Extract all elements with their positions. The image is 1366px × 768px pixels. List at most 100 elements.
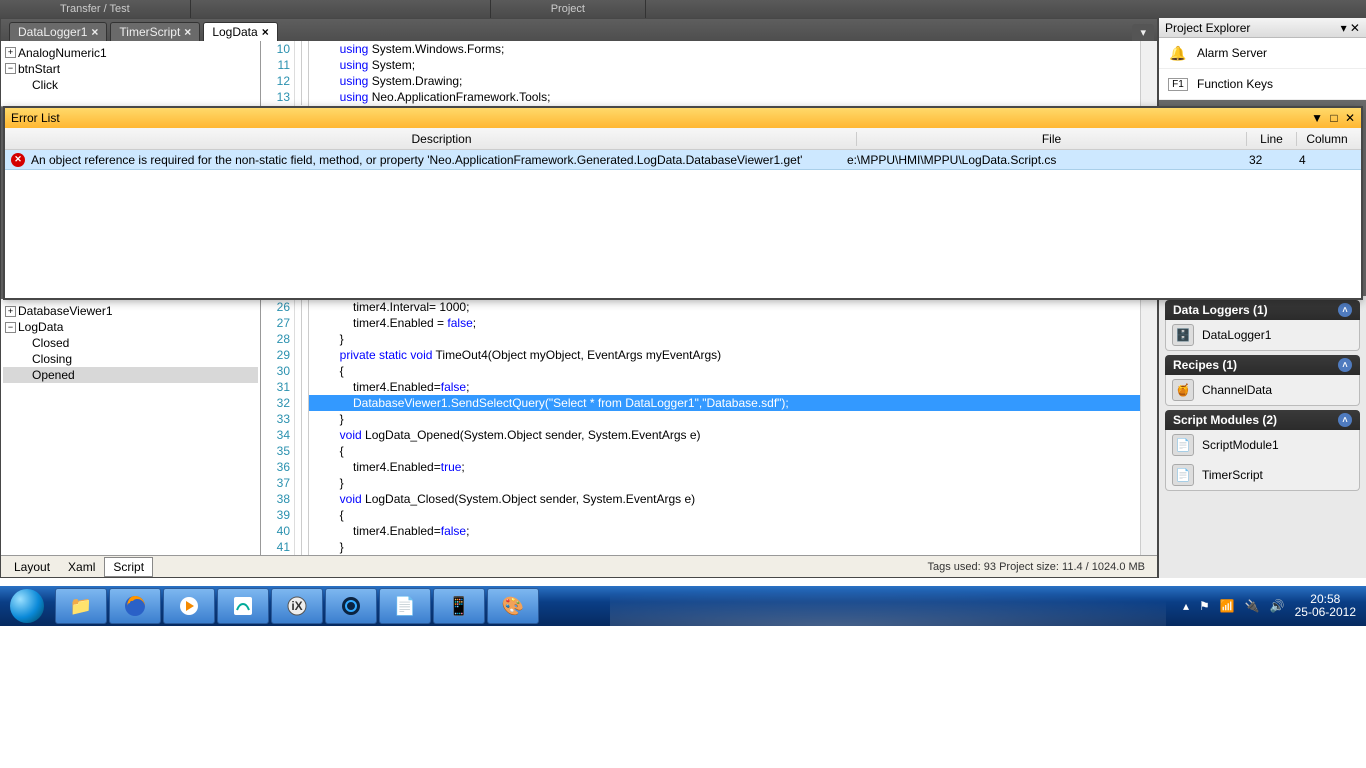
collapse-icon[interactable]: ˄ <box>1338 303 1352 317</box>
fold-column-bottom[interactable] <box>295 299 309 555</box>
taskbar-mediaplayer[interactable] <box>163 588 215 624</box>
tab-close-icon[interactable]: × <box>91 25 98 39</box>
collapse-icon[interactable]: ˄ <box>1338 413 1352 427</box>
tree-node-btnstart[interactable]: −btnStart <box>3 61 258 77</box>
group-item-scriptmodule1[interactable]: 📄ScriptModule1 <box>1166 430 1359 460</box>
col-description[interactable]: Description <box>27 132 857 146</box>
code-line-30[interactable]: { <box>309 363 1140 379</box>
code-body-top[interactable]: using System.Windows.Forms; using System… <box>309 41 1140 106</box>
taskbar-phone[interactable]: 📱 <box>433 588 485 624</box>
tray-power-icon[interactable]: 🔌 <box>1245 599 1260 613</box>
tray-flag-icon[interactable]: ⚑ <box>1199 599 1210 613</box>
taskbar-app1[interactable] <box>217 588 269 624</box>
system-tray[interactable]: ▴ ⚑ 📶 🔌 🔊 20:5825-06-2012 <box>1173 593 1366 619</box>
col-line[interactable]: Line <box>1247 132 1297 146</box>
outline-tree-bottom[interactable]: +DatabaseViewer1−LogDataClosedClosingOpe… <box>1 299 261 555</box>
code-line-31[interactable]: timer4.Enabled=false; <box>309 379 1140 395</box>
view-tab-script[interactable]: Script <box>104 557 153 577</box>
code-line-27[interactable]: timer4.Enabled = false; <box>309 315 1140 331</box>
status-text: Tags used: 93 Project size: 11.4 / 1024.… <box>928 561 1153 573</box>
code-line-38[interactable]: void LogData_Closed(System.Object sender… <box>309 491 1140 507</box>
tab-timerscript[interactable]: TimerScript × <box>110 22 200 41</box>
expand-icon[interactable]: + <box>5 306 16 317</box>
tabstrip-overflow[interactable]: ▾ <box>1132 24 1154 41</box>
group-header[interactable]: Recipes (1)˄ <box>1165 355 1360 375</box>
tab-datalogger1[interactable]: DataLogger1 × <box>9 22 107 41</box>
code-line-37[interactable]: } <box>309 475 1140 491</box>
tab-close-icon[interactable]: × <box>262 25 269 39</box>
code-line-13[interactable]: using Neo.ApplicationFramework.Tools; <box>309 89 1140 105</box>
ribbon-seg-project[interactable]: Project <box>491 0 646 18</box>
taskbar-explorer[interactable]: 📁 <box>55 588 107 624</box>
fold-column-top[interactable] <box>295 41 309 106</box>
view-tabs: LayoutXamlScript Tags used: 93 Project s… <box>1 555 1157 577</box>
start-button[interactable] <box>0 586 54 626</box>
expand-icon[interactable]: − <box>5 322 16 333</box>
tree-node-click[interactable]: Click <box>3 77 258 93</box>
svg-text:iX: iX <box>291 599 302 613</box>
tree-node-closed[interactable]: Closed <box>3 335 258 351</box>
error-close-icon[interactable]: ✕ <box>1345 111 1355 125</box>
project-explorer-title[interactable]: Project Explorer ▾ ✕ <box>1159 18 1366 38</box>
view-tab-xaml[interactable]: Xaml <box>59 557 104 577</box>
recipe-icon: 🍯 <box>1172 379 1194 401</box>
tray-clock[interactable]: 20:5825-06-2012 <box>1295 593 1356 619</box>
error-columns[interactable]: Description File Line Column <box>5 128 1361 150</box>
tree-node-databaseviewer1[interactable]: +DatabaseViewer1 <box>3 303 258 319</box>
view-tab-layout[interactable]: Layout <box>5 557 59 577</box>
group-header[interactable]: Script Modules (2)˄ <box>1165 410 1360 430</box>
taskbar-paint[interactable]: 🎨 <box>487 588 539 624</box>
col-file[interactable]: File <box>857 132 1247 146</box>
expand-icon[interactable]: + <box>5 47 16 58</box>
tray-up-icon[interactable]: ▴ <box>1183 599 1189 613</box>
f1-icon: F1 <box>1167 73 1189 95</box>
taskbar[interactable]: 📁 iX 📄 📱 🎨 ▴ ⚑ 📶 🔌 🔊 20:5825-06-2012 <box>0 586 1366 626</box>
code-line-28[interactable]: } <box>309 331 1140 347</box>
code-body-bottom[interactable]: timer4.Interval= 1000; timer4.Enabled = … <box>309 299 1140 555</box>
group-header[interactable]: Data Loggers (1)˄ <box>1165 300 1360 320</box>
error-list-panel[interactable]: Error List ▼ □ ✕ Description File Line C… <box>3 106 1363 300</box>
code-line-35[interactable]: { <box>309 443 1140 459</box>
taskbar-ix[interactable]: iX <box>271 588 323 624</box>
code-line-26[interactable]: timer4.Interval= 1000; <box>309 299 1140 315</box>
group-item-channeldata[interactable]: 🍯ChannelData <box>1166 375 1359 405</box>
tray-net-icon[interactable]: 📶 <box>1220 599 1235 613</box>
code-line-33[interactable]: } <box>309 411 1140 427</box>
tree-node-analognumeric1[interactable]: +AnalogNumeric1 <box>3 45 258 61</box>
pe-item-function-keys[interactable]: F1Function Keys <box>1159 69 1366 100</box>
taskbar-app2[interactable] <box>325 588 377 624</box>
tree-node-closing[interactable]: Closing <box>3 351 258 367</box>
tree-node-opened[interactable]: Opened <box>3 367 258 383</box>
tray-volume-icon[interactable]: 🔊 <box>1270 599 1285 613</box>
error-col: 4 <box>1287 153 1347 167</box>
code-line-40[interactable]: timer4.Enabled=false; <box>309 523 1140 539</box>
expand-icon[interactable]: − <box>5 63 16 74</box>
tab-logdata[interactable]: LogData × <box>203 22 277 41</box>
tree-node-logdata[interactable]: −LogData <box>3 319 258 335</box>
error-row[interactable]: ✕ An object reference is required for th… <box>5 150 1361 170</box>
code-line-41[interactable]: } <box>309 539 1140 555</box>
tab-close-icon[interactable]: × <box>184 25 191 39</box>
code-line-10[interactable]: using System.Windows.Forms; <box>309 41 1140 57</box>
collapse-icon[interactable]: ˄ <box>1338 358 1352 372</box>
error-dropdown-icon[interactable]: ▼ <box>1311 111 1323 125</box>
code-line-29[interactable]: private static void TimeOut4(Object myOb… <box>309 347 1140 363</box>
code-line-12[interactable]: using System.Drawing; <box>309 73 1140 89</box>
vscroll-top[interactable] <box>1140 41 1157 106</box>
code-line-36[interactable]: timer4.Enabled=true; <box>309 459 1140 475</box>
taskbar-help[interactable]: 📄 <box>379 588 431 624</box>
code-line-32[interactable]: DatabaseViewer1.SendSelectQuery("Select … <box>309 395 1140 411</box>
pe-item-alarm-server[interactable]: 🔔Alarm Server <box>1159 38 1366 69</box>
ribbon-seg-transfer[interactable]: Transfer / Test <box>0 0 191 18</box>
group-item-timerscript[interactable]: 📄TimerScript <box>1166 460 1359 490</box>
code-line-11[interactable]: using System; <box>309 57 1140 73</box>
vscroll-bottom[interactable] <box>1140 299 1157 555</box>
error-maximize-icon[interactable]: □ <box>1330 111 1337 125</box>
code-line-34[interactable]: void LogData_Opened(System.Object sender… <box>309 427 1140 443</box>
code-line-39[interactable]: { <box>309 507 1140 523</box>
error-list-titlebar[interactable]: Error List ▼ □ ✕ <box>5 108 1361 128</box>
outline-tree-top[interactable]: +AnalogNumeric1−btnStartClick <box>1 41 261 106</box>
group-item-datalogger1[interactable]: 🗄️DataLogger1 <box>1166 320 1359 350</box>
col-column[interactable]: Column <box>1297 132 1357 146</box>
taskbar-firefox[interactable] <box>109 588 161 624</box>
